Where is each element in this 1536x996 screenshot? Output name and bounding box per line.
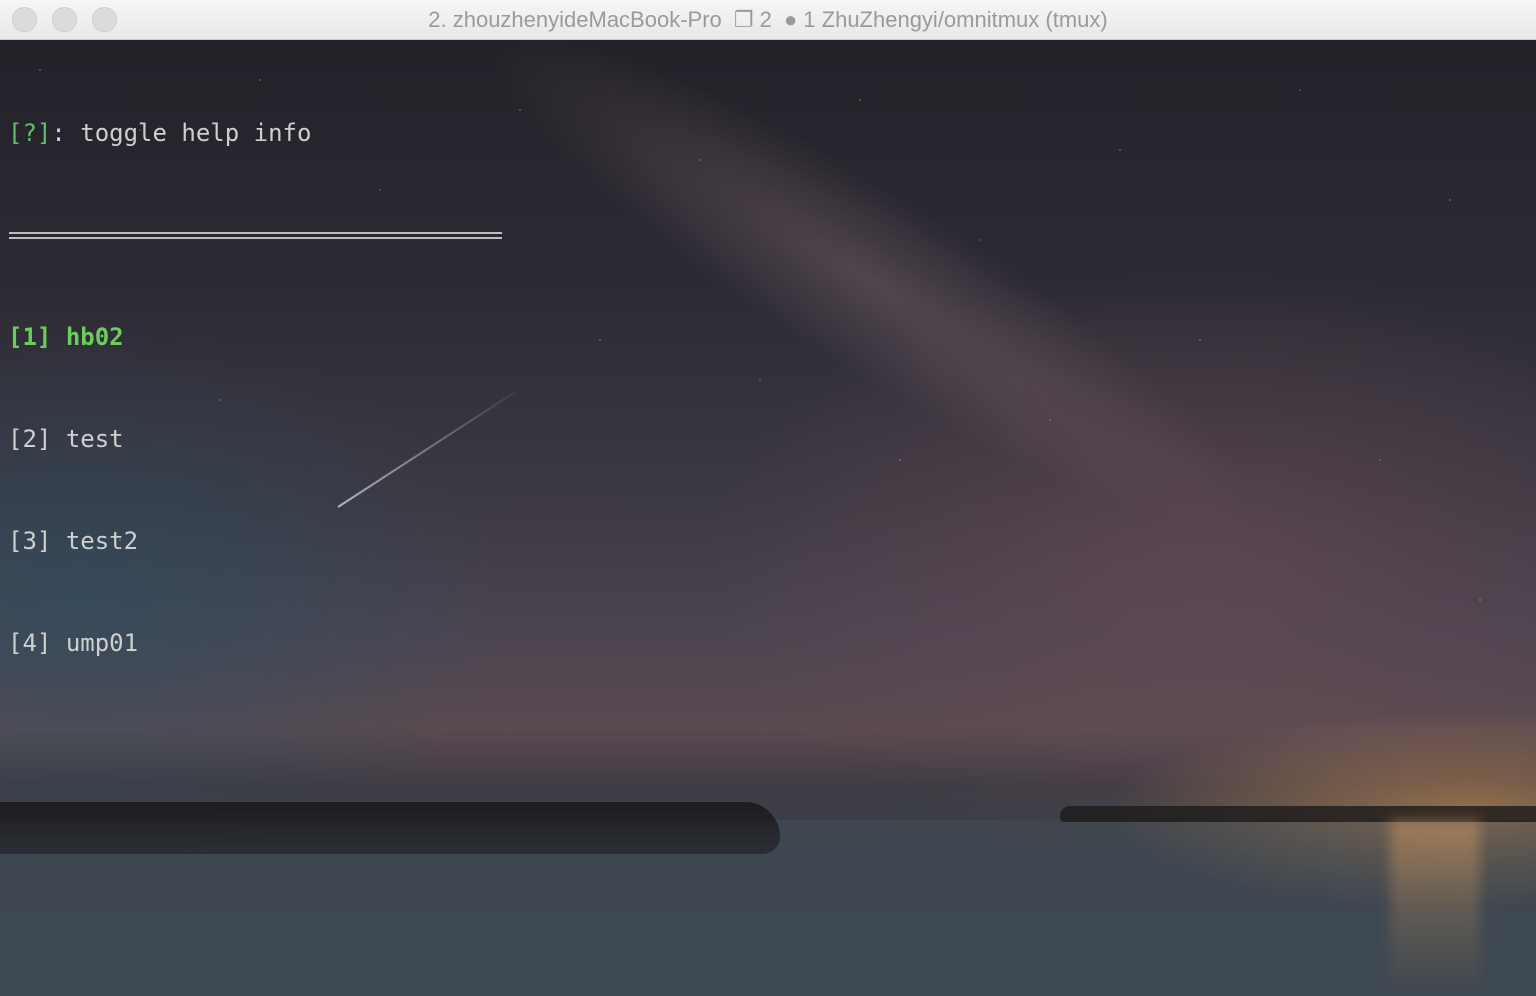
session-index: [3] xyxy=(8,527,52,555)
session-item-hb02[interactable]: [1] hb02 xyxy=(8,320,499,354)
session-item-test[interactable]: [2] test xyxy=(8,422,499,456)
terminal-window: 2. zhouzhenyideMacBook-Pro ❐ 2 ● 1 ZhuZhen… xyxy=(0,0,1536,996)
tab-count: 2 xyxy=(759,7,772,32)
window-title: 2. zhouzhenyideMacBook-Pro ❐ 2 ● 1 ZhuZhen… xyxy=(0,0,1536,40)
session-name: test xyxy=(65,425,124,453)
session-name: test2 xyxy=(65,527,139,555)
session-index: [1] xyxy=(8,323,52,351)
help-text: : toggle help info xyxy=(51,119,312,147)
pane-title: 1 ZhuZhengyi/omnitmux (tmux) xyxy=(803,7,1108,32)
session-item-test2[interactable]: [3] test2 xyxy=(8,524,499,558)
title-bar: 2. zhouzhenyideMacBook-Pro ❐ 2 ● 1 ZhuZhen… xyxy=(0,0,1536,40)
session-index: [2] xyxy=(8,425,52,453)
separator-line: ========================================… xyxy=(8,221,503,249)
terminal-output: [?]: toggle help info ==================… xyxy=(8,48,503,728)
tab-icon: ❐ xyxy=(733,7,754,32)
help-line: [?]: toggle help info xyxy=(8,116,499,150)
session-name: ump01 xyxy=(65,629,139,657)
session-index: [4] xyxy=(8,629,52,657)
light-reflection xyxy=(1390,820,1480,996)
pane-dot-icon: ● xyxy=(784,7,798,32)
help-key: [?] xyxy=(8,119,52,147)
session-item-ump01[interactable]: [4] ump01 xyxy=(8,626,499,660)
session-name: hb02 xyxy=(65,323,124,351)
shoreline-wallpaper xyxy=(0,802,780,854)
title-host: 2. zhouzhenyideMacBook-Pro xyxy=(428,7,722,32)
